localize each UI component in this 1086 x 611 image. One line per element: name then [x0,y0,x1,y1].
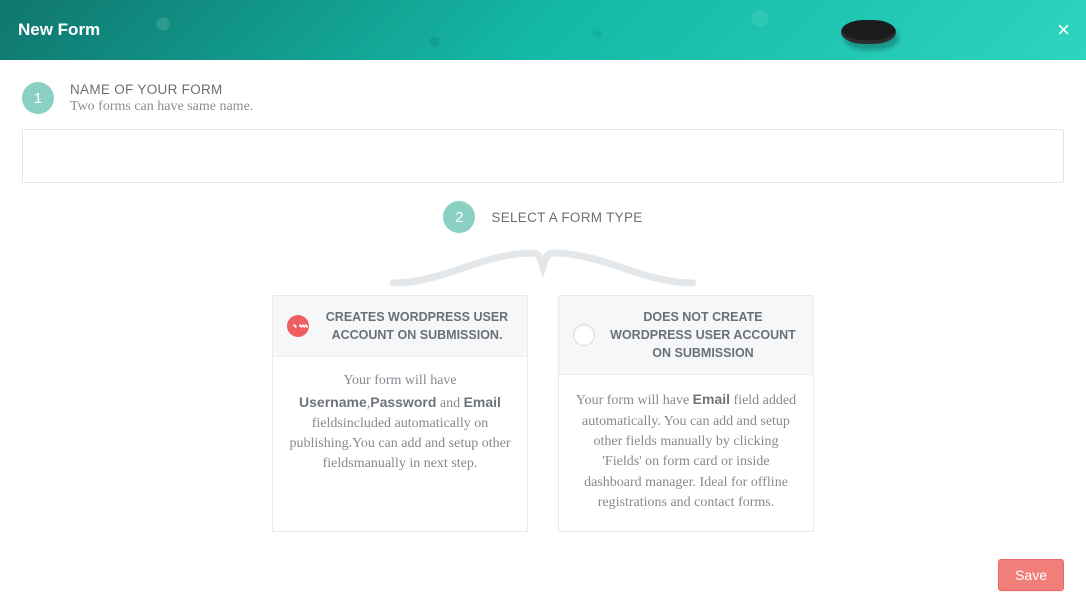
option-1-head: CREATES WORDPRESS USER ACCOUNT ON SUBMIS… [273,296,527,357]
close-icon[interactable]: × [1057,19,1070,41]
option-2-title: DOES NOT CREATE WORDPRESS USER ACCOUNT O… [607,308,799,362]
modal-body: 1 NAME OF YOUR FORM Two forms can have s… [0,60,1086,559]
option-1-b2: Password [370,394,436,410]
option-1-desc-pre: Your form will have [343,373,456,388]
step-1-head: NAME OF YOUR FORM Two forms can have sam… [70,82,253,115]
step-1-subtitle: Two forms can have same name. [70,99,253,115]
step-2: 2 SELECT A FORM TYPE CREATES WORDPRESS U… [22,201,1064,559]
header-boat-decor [841,20,896,44]
option-2-desc-post: field added automatically. You can add a… [582,393,796,509]
option-1-radio[interactable] [287,315,309,337]
step-1: 1 NAME OF YOUR FORM Two forms can have s… [22,82,1064,115]
option-2-b1: Email [693,391,730,407]
option-1-b3: Email [464,394,501,410]
option-1-b1: Username [299,394,367,410]
modal-header: New Form × [0,0,1086,60]
step-1-title: NAME OF YOUR FORM [70,82,253,97]
new-form-modal: New Form × 1 NAME OF YOUR FORM Two forms… [0,0,1086,611]
option-no-wp-user[interactable]: DOES NOT CREATE WORDPRESS USER ACCOUNT O… [558,295,814,532]
step-2-title: SELECT A FORM TYPE [491,210,642,225]
form-name-input[interactable] [22,129,1064,183]
save-button[interactable]: Save [998,559,1064,591]
modal-title: New Form [18,20,100,40]
option-1-title: CREATES WORDPRESS USER ACCOUNT ON SUBMIS… [321,308,513,344]
option-2-radio[interactable] [573,324,595,346]
step-2-head: 2 SELECT A FORM TYPE [443,201,642,233]
option-1-sep2: and [436,396,463,411]
option-1-desc-post: fieldsincluded automatically on publishi… [290,416,511,472]
option-1-desc: Your form will have Username,Password an… [273,357,527,492]
form-type-options: CREATES WORDPRESS USER ACCOUNT ON SUBMIS… [22,295,1064,532]
option-2-head: DOES NOT CREATE WORDPRESS USER ACCOUNT O… [559,296,813,375]
step-1-number: 1 [22,82,54,114]
option-2-desc: Your form will have Email field added au… [559,375,813,531]
step-2-number: 2 [443,201,475,233]
option-create-wp-user[interactable]: CREATES WORDPRESS USER ACCOUNT ON SUBMIS… [272,295,528,532]
modal-footer: Save [0,559,1086,611]
option-2-desc-pre: Your form will have [576,393,693,408]
brace-decor-icon [383,245,703,287]
